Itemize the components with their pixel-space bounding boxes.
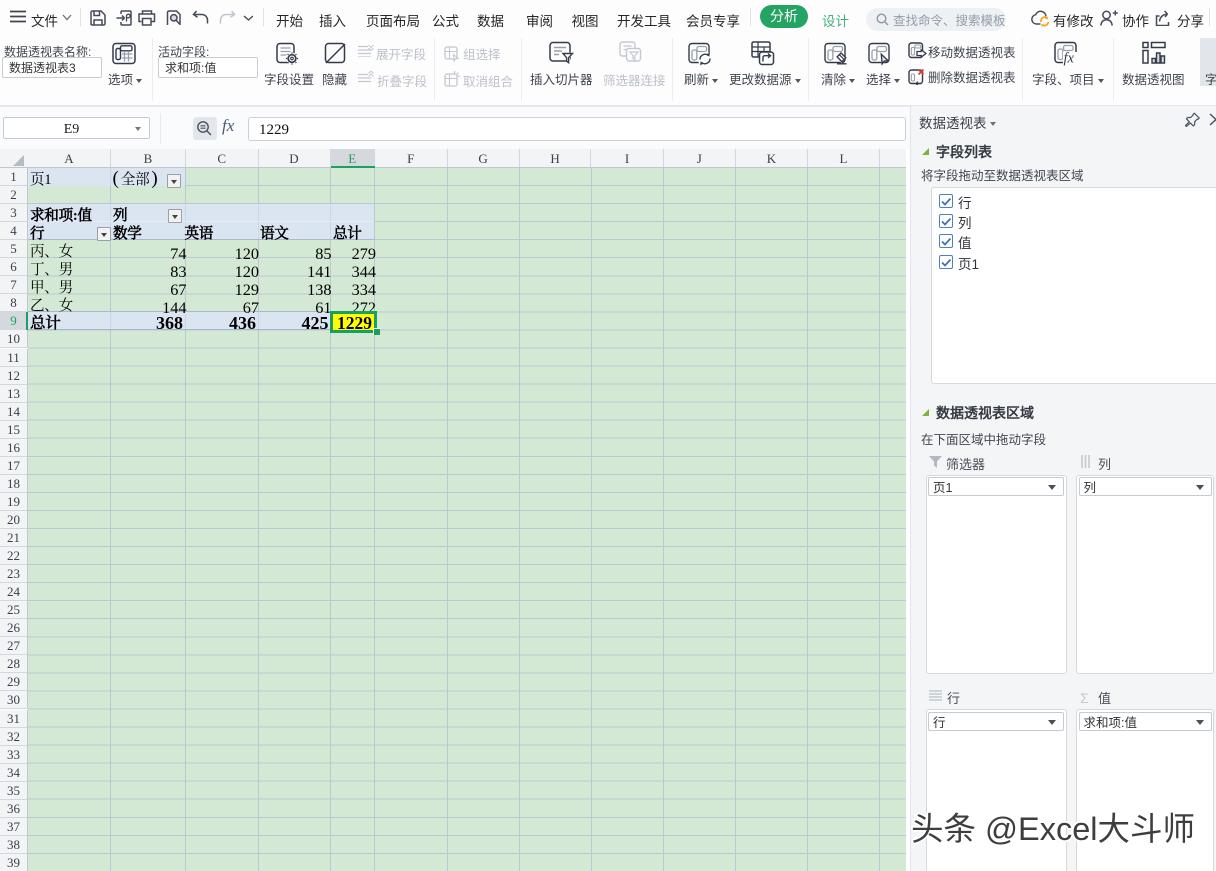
svg-text:fx: fx <box>1064 51 1075 67</box>
